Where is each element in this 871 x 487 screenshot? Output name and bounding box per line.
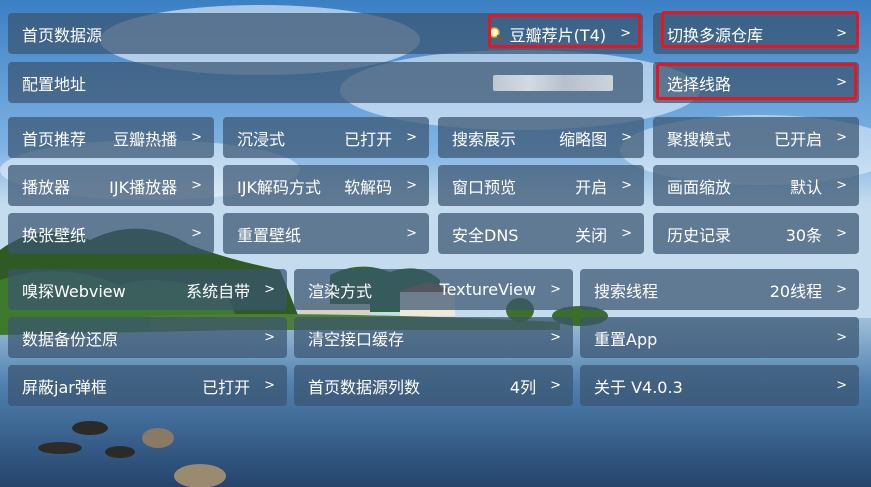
settings-item-label: 渲染方式 xyxy=(308,281,373,301)
chevron-right-icon: > xyxy=(550,330,561,345)
settings-item-label: 窗口预览 xyxy=(452,177,517,197)
select-line-item[interactable]: 选择线路 > xyxy=(653,62,859,103)
settings-item[interactable]: 清空接口缓存 > xyxy=(294,317,573,358)
settings-item-value: 豆瓣热播 xyxy=(113,129,178,149)
switch-repo-label: 切换多源仓库 xyxy=(667,25,764,45)
settings-item-value: 关闭 xyxy=(575,225,608,245)
chevron-right-icon: > xyxy=(406,178,417,193)
settings-item[interactable]: 安全DNS 关闭 > xyxy=(438,213,644,254)
settings-item-value: 已打开 xyxy=(202,377,251,397)
settings-item[interactable]: 首页推荐 豆瓣热播 > xyxy=(8,117,214,158)
settings-item[interactable]: 渲染方式 TextureView > xyxy=(294,269,573,310)
settings-item-value: 4列 xyxy=(509,377,537,397)
settings-item-value: 30条 xyxy=(785,225,823,245)
settings-item-value: TextureView xyxy=(439,280,537,299)
select-line-label: 选择线路 xyxy=(667,74,732,94)
switch-repo-item[interactable]: 切换多源仓库 > xyxy=(653,13,859,54)
settings-item-label: 关于 V4.0.3 xyxy=(594,377,683,397)
settings-item-label: 重置壁纸 xyxy=(237,225,302,245)
settings-item-label: 重置App xyxy=(594,329,658,349)
home-data-source-label: 首页数据源 xyxy=(22,25,103,45)
settings-item-label: 屏蔽jar弹框 xyxy=(22,377,107,397)
settings-item[interactable]: 首页数据源列数 4列 > xyxy=(294,365,573,406)
chevron-right-icon: > xyxy=(836,378,847,393)
chevron-right-icon: > xyxy=(191,178,202,193)
config-address-value-redacted xyxy=(493,74,613,91)
chevron-right-icon: > xyxy=(406,130,417,145)
config-address-label: 配置地址 xyxy=(22,74,87,94)
chevron-right-icon: > xyxy=(550,282,561,297)
config-address-item[interactable]: 配置地址 xyxy=(8,62,643,103)
settings-item-value: 软解码 xyxy=(344,177,393,197)
settings-item[interactable]: 历史记录 30条 > xyxy=(653,213,859,254)
settings-item-label: 播放器 xyxy=(22,177,71,197)
settings-item-label: 搜索线程 xyxy=(594,281,659,301)
chevron-right-icon: > xyxy=(191,130,202,145)
settings-item-label: 首页推荐 xyxy=(22,129,87,149)
chevron-right-icon: > xyxy=(836,130,847,145)
settings-item-label: 沉浸式 xyxy=(237,129,286,149)
settings-item-value: 开启 xyxy=(575,177,608,197)
settings-item-label: 清空接口缓存 xyxy=(308,329,405,349)
chevron-right-icon: > xyxy=(550,378,561,393)
chevron-right-icon: > xyxy=(836,330,847,345)
chevron-right-icon: > xyxy=(406,226,417,241)
chevron-right-icon: > xyxy=(836,282,847,297)
settings-item-label: 换张壁纸 xyxy=(22,225,87,245)
settings-item[interactable]: 屏蔽jar弹框 已打开 > xyxy=(8,365,287,406)
settings-item-value: 缩略图 xyxy=(559,129,608,149)
chevron-right-icon: > xyxy=(191,226,202,241)
settings-item-value: 系统自带 xyxy=(186,281,251,301)
chevron-right-icon: > xyxy=(621,226,632,241)
settings-item-value: 20线程 xyxy=(769,281,823,301)
chevron-right-icon: > xyxy=(836,226,847,241)
settings-item[interactable]: 关于 V4.0.3 > xyxy=(580,365,859,406)
settings-item[interactable]: 数据备份还原 > xyxy=(8,317,287,358)
chevron-right-icon: > xyxy=(620,26,631,41)
settings-item-label: IJK解码方式 xyxy=(237,177,321,197)
settings-item-label: 安全DNS xyxy=(452,225,519,245)
chevron-right-icon: > xyxy=(264,282,275,297)
settings-item[interactable]: IJK解码方式 软解码 > xyxy=(223,165,429,206)
chevron-right-icon: > xyxy=(264,330,275,345)
settings-item-value: 已打开 xyxy=(344,129,393,149)
settings-item-label: 画面缩放 xyxy=(667,177,732,197)
settings-item[interactable]: 画面缩放 默认 > xyxy=(653,165,859,206)
settings-item[interactable]: 嗅探Webview 系统自带 > xyxy=(8,269,287,310)
settings-item[interactable]: 窗口预览 开启 > xyxy=(438,165,644,206)
chevron-right-icon: > xyxy=(836,26,847,41)
settings-item[interactable]: 播放器 IJK播放器 > xyxy=(8,165,214,206)
settings-item[interactable]: 沉浸式 已打开 > xyxy=(223,117,429,158)
settings-item-label: 搜索展示 xyxy=(452,129,517,149)
chevron-right-icon: > xyxy=(621,178,632,193)
settings-item[interactable]: 聚搜模式 已开启 > xyxy=(653,117,859,158)
settings-item-value: 默认 xyxy=(790,177,823,197)
settings-item[interactable]: 搜索线程 20线程 > xyxy=(580,269,859,310)
magnifier-icon xyxy=(488,26,504,42)
settings-item-value: IJK播放器 xyxy=(109,177,178,197)
home-data-source-item[interactable]: 首页数据源 豆瓣荐片(T4) > xyxy=(8,13,643,54)
settings-item-label: 历史记录 xyxy=(667,225,732,245)
chevron-right-icon: > xyxy=(836,178,847,193)
settings-item-value: 已开启 xyxy=(774,129,823,149)
settings-item-label: 首页数据源列数 xyxy=(308,377,421,397)
settings-item[interactable]: 重置壁纸 > xyxy=(223,213,429,254)
chevron-right-icon: > xyxy=(621,130,632,145)
settings-item-label: 数据备份还原 xyxy=(22,329,119,349)
home-data-source-value: 豆瓣荐片(T4) xyxy=(509,25,607,45)
settings-item[interactable]: 搜索展示 缩略图 > xyxy=(438,117,644,158)
chevron-right-icon: > xyxy=(836,75,847,90)
chevron-right-icon: > xyxy=(264,378,275,393)
settings-item[interactable]: 换张壁纸 > xyxy=(8,213,214,254)
settings-item-label: 聚搜模式 xyxy=(667,129,732,149)
settings-item[interactable]: 重置App > xyxy=(580,317,859,358)
settings-item-label: 嗅探Webview xyxy=(22,281,126,301)
